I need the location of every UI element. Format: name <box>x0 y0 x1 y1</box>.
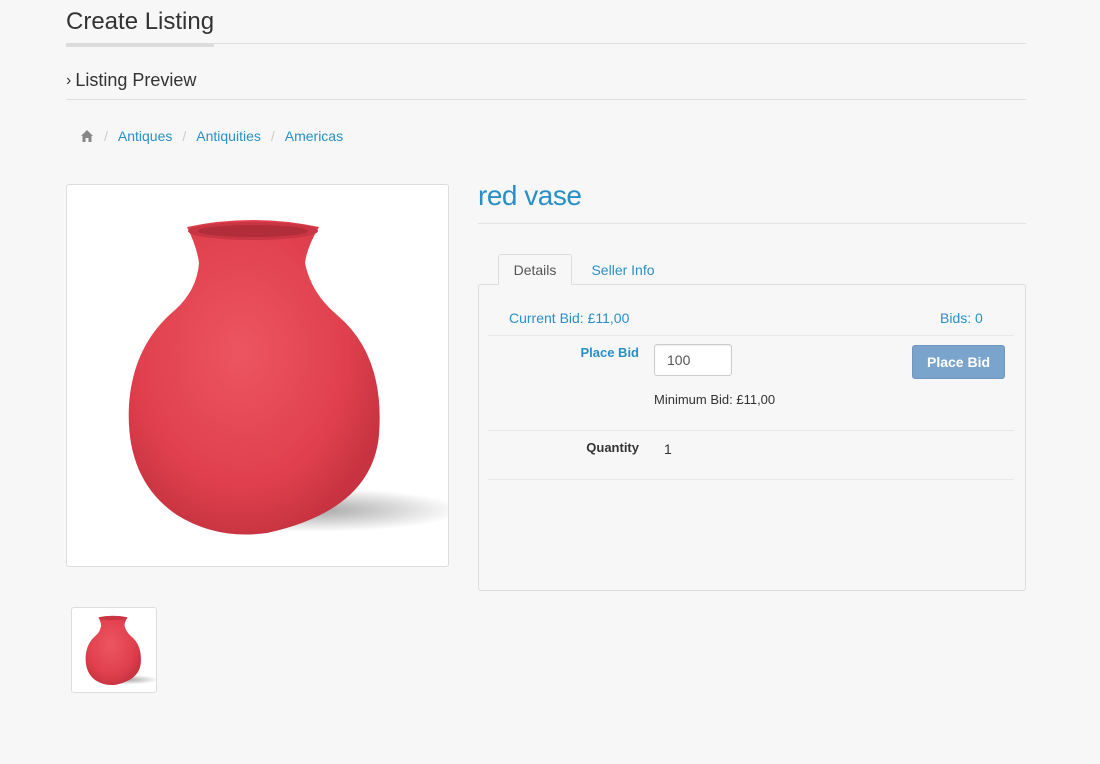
chevron-right-icon: › <box>66 71 72 89</box>
details-panel <box>478 284 1026 591</box>
tab-seller-info[interactable]: Seller Info <box>578 254 668 285</box>
page-title: Create Listing <box>66 8 215 35</box>
page-title-underline <box>66 43 214 47</box>
listing-title: red vase <box>478 180 582 211</box>
main-product-image[interactable] <box>66 184 462 567</box>
quantity-value: 1 <box>664 441 672 457</box>
bid-amount-input[interactable] <box>654 344 732 376</box>
breadcrumb-separator: / <box>270 128 275 144</box>
section-divider <box>66 99 1026 100</box>
breadcrumb-item-antiquities[interactable]: Antiquities <box>196 128 261 144</box>
row-divider <box>488 335 1014 336</box>
breadcrumb: / Antiques / Antiquities / Americas <box>80 128 343 144</box>
row-divider <box>488 479 1014 480</box>
quantity-label: Quantity <box>586 440 639 455</box>
place-bid-button[interactable]: Place Bid <box>912 345 1005 379</box>
breadcrumb-separator: / <box>182 128 187 144</box>
thumbnail-image[interactable] <box>71 607 160 693</box>
title-divider <box>478 223 1026 224</box>
breadcrumb-item-antiques[interactable]: Antiques <box>118 128 172 144</box>
row-divider <box>488 430 1014 431</box>
minimum-bid: Minimum Bid: £11,00 <box>654 392 776 407</box>
listing-preview-heading[interactable]: › Listing Preview <box>66 70 196 91</box>
breadcrumb-separator: / <box>104 128 108 144</box>
current-bid: Current Bid: £11,00 <box>509 310 630 326</box>
bids-count: Bids: 0 <box>940 310 983 326</box>
place-bid-label: Place Bid <box>580 345 639 360</box>
breadcrumb-item-americas[interactable]: Americas <box>285 128 343 144</box>
listing-preview-label: Listing Preview <box>75 70 197 90</box>
tab-details[interactable]: Details <box>498 254 572 285</box>
home-icon[interactable] <box>80 129 94 143</box>
